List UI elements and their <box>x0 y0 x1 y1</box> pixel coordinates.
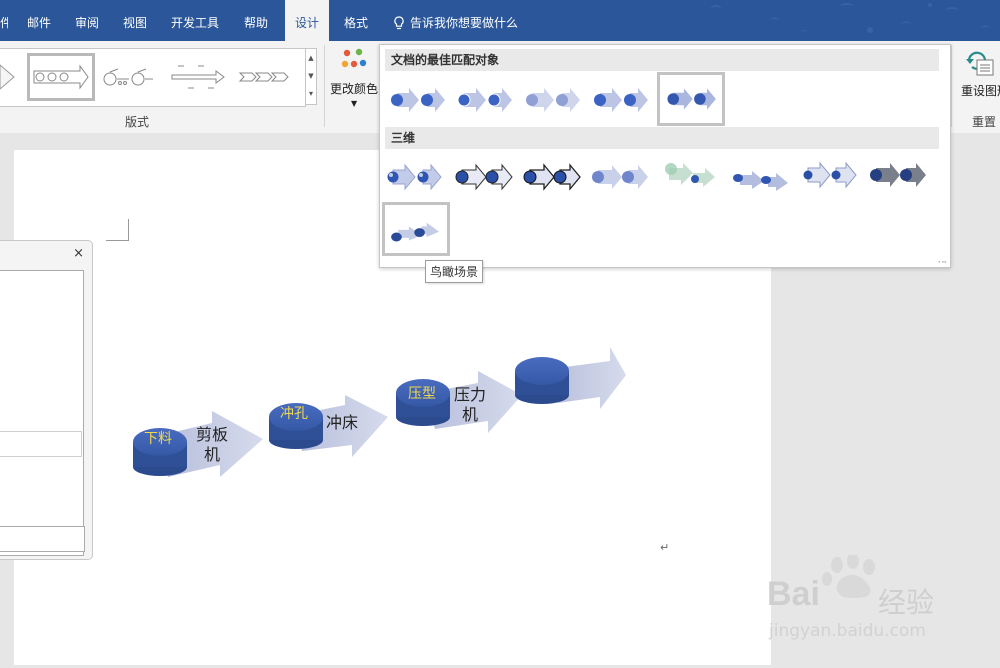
layout-thumb-circles[interactable] <box>100 53 158 101</box>
ribbon-tab-bar: 件 邮件 审阅 视图 开发工具 帮助 设计 格式 告诉我你想要做什么 <box>0 0 1000 41</box>
reset-graphic-icon <box>966 51 994 76</box>
lightbulb-icon <box>394 16 404 30</box>
style-thumb-3d-brick[interactable] <box>659 149 723 199</box>
group-separator <box>324 45 325 127</box>
text-pane-footer-field[interactable] <box>0 526 85 552</box>
tab-help[interactable]: 帮助 <box>236 0 276 41</box>
decorative-birds-pattern <box>710 3 990 33</box>
layout-thumb-partial[interactable] <box>0 53 20 101</box>
style-thumb-3d-cartoon[interactable] <box>520 151 584 201</box>
paragraph-mark: ↵ <box>660 541 670 554</box>
gallery-scroll[interactable]: ▲ ▼ ▾ <box>305 48 317 105</box>
style-thumb-moderate[interactable] <box>588 75 652 125</box>
style-thumb-white-outline[interactable] <box>452 75 516 125</box>
arrow-label-3[interactable]: 压力 机 <box>442 385 498 425</box>
smartart-graphic[interactable]: 下料 剪板 机 冲孔 冲床 压型 压力 机 <box>120 345 640 485</box>
layout-thumb-selected[interactable] <box>27 53 95 101</box>
reset-graphic-button[interactable]: 重设图形 <box>958 45 1000 115</box>
reset-group-label: 重置 <box>972 115 997 129</box>
style-thumb-3d-metallic[interactable] <box>866 149 930 199</box>
disc-label-3[interactable]: 压型 <box>408 383 436 403</box>
close-icon[interactable]: × <box>73 246 84 261</box>
style-thumb-3d-birds-eye[interactable] <box>730 153 794 203</box>
style-thumb-intense-selected[interactable] <box>657 72 725 126</box>
change-colors-label: 更改颜色 <box>330 82 379 96</box>
section-best-match-header: 文档的最佳匹配对象 <box>385 49 939 71</box>
disc-label-2[interactable]: 冲孔 <box>280 403 308 423</box>
section-3d-header: 三维 <box>385 127 939 149</box>
resize-grip-icon[interactable]: ⠠⠤ <box>935 256 947 265</box>
scroll-up-icon[interactable]: ▲ <box>306 49 316 67</box>
palette-icon <box>341 48 367 68</box>
margin-corner-mark <box>106 219 129 241</box>
tab-partial[interactable]: 件 <box>0 0 8 41</box>
watermark-url: jingyan.baidu.com <box>769 621 926 641</box>
tab-design[interactable]: 设计 <box>285 0 329 41</box>
style-thumb-3d-inset[interactable] <box>452 151 516 201</box>
style-thumb-subtle[interactable] <box>520 75 584 125</box>
layout-thumb-chevrons[interactable] <box>238 53 296 101</box>
gallery-expand-icon[interactable]: ▾ <box>306 85 316 103</box>
tab-format[interactable]: 格式 <box>336 0 376 41</box>
style-thumb-3d-powder[interactable] <box>588 151 652 201</box>
arrow-label-2-line1: 冲床 <box>325 413 358 432</box>
tab-view[interactable]: 视图 <box>116 0 154 41</box>
smartart-text-pane: × <box>0 240 93 560</box>
layout-thumb-timeline[interactable] <box>168 53 228 101</box>
scroll-down-icon[interactable]: ▼ <box>306 67 316 85</box>
arrow-label-1-line2: 机 <box>203 445 220 464</box>
change-colors-button[interactable]: 更改颜色 ▼ <box>330 47 378 119</box>
arrow-label-1-line1: 剪板 <box>195 425 228 444</box>
tab-developer[interactable]: 开发工具 <box>164 0 226 41</box>
arrow-label-3-line1: 压力 <box>453 385 486 404</box>
chevron-down-icon: ▼ <box>351 99 358 108</box>
layouts-group-label: 版式 <box>125 115 150 129</box>
baidu-watermark: Bai 经验 jingyan.baidu.com <box>765 553 1000 665</box>
style-tooltip: 鸟瞰场景 <box>425 260 484 283</box>
arrow-label-1[interactable]: 剪板 机 <box>182 425 242 465</box>
arrow-label-2[interactable]: 冲床 <box>314 413 370 433</box>
watermark-brand-cn: 经验 <box>878 586 935 619</box>
style-thumb-3d-polished[interactable] <box>383 151 447 201</box>
group-separator <box>951 45 952 127</box>
tab-review[interactable]: 审阅 <box>68 0 106 41</box>
tell-me-search[interactable]: 告诉我你想要做什么 <box>410 0 518 41</box>
reset-graphic-label: 重设图形 <box>961 84 1000 98</box>
disc-label-1[interactable]: 下料 <box>144 428 172 448</box>
arrow-label-3-line2: 机 <box>461 405 478 424</box>
text-pane-bullet-field[interactable] <box>0 431 82 457</box>
style-thumb-birds-eye-scene-hovered[interactable] <box>382 202 450 256</box>
process-arrows-icon <box>33 64 89 90</box>
style-thumb-3d-flat-scene[interactable] <box>798 149 862 199</box>
watermark-brand: Bai <box>767 575 820 613</box>
style-thumb-simple-fill[interactable] <box>385 75 449 125</box>
text-pane-editor[interactable] <box>0 270 84 556</box>
smartart-styles-dropdown: 文档的最佳匹配对象 三维 ⠠⠤ <box>379 44 951 268</box>
tab-mailings[interactable]: 邮件 <box>20 0 58 41</box>
layouts-gallery <box>0 48 306 107</box>
